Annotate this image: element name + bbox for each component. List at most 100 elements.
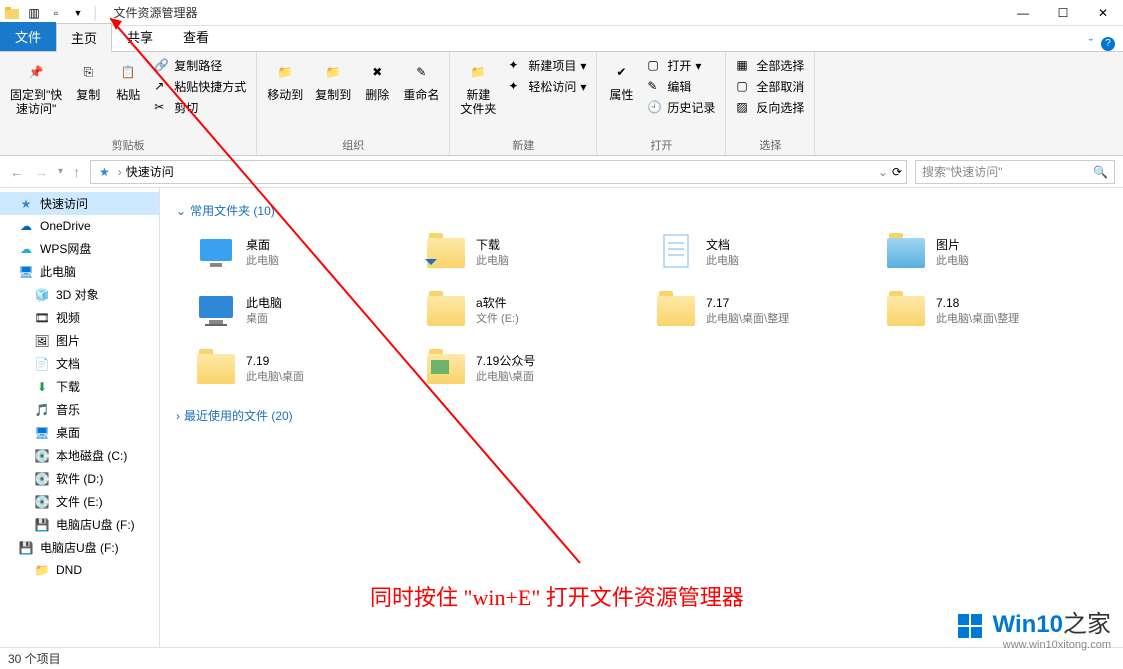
folder-item[interactable]: 7.18 此电脑\桌面\整理 [882,287,1092,335]
maximize-button[interactable]: ☐ [1043,0,1083,26]
sidebar-item-usb-f[interactable]: 💾电脑店U盘 (F:) [0,513,159,536]
nav-recent-dropdown[interactable]: ▾ [56,164,65,179]
item-name: 桌面 [246,238,279,254]
edit-icon: ✎ [647,79,663,95]
properties-icon: ✔ [607,58,635,86]
sidebar-item-downloads[interactable]: ⬇下载 [0,375,159,398]
close-button[interactable]: ✕ [1083,0,1123,26]
qat-newfolder-icon[interactable]: ▫ [48,5,64,21]
sidebar-item-3d-objects[interactable]: 🧊3D 对象 [0,283,159,306]
copy-icon: ⎘ [74,58,102,86]
copy-path-button[interactable]: 🔗复制路径 [150,56,250,75]
cut-button[interactable]: ✂剪切 [150,98,250,117]
help-icon[interactable]: ? [1101,37,1115,51]
refresh-button[interactable]: ⟳ [892,165,902,179]
sidebar-item-videos[interactable]: 🎞视频 [0,306,159,329]
tab-share[interactable]: 共享 [112,22,168,51]
new-item-button[interactable]: ✦新建项目 ▾ [504,56,590,75]
properties-button[interactable]: ✔属性 [603,56,639,104]
music-icon: 🎵 [34,402,50,418]
easy-access-button[interactable]: ✦轻松访问 ▾ [504,77,590,96]
item-name: 7.19公众号 [476,354,535,370]
cut-icon: ✂ [154,100,170,116]
qat-properties-icon[interactable]: ▥ [26,5,42,21]
minimize-button[interactable]: — [1003,0,1043,26]
rename-button[interactable]: ✎重命名 [399,56,443,104]
group-recent-files[interactable]: › 最近使用的文件 (20) [176,407,1107,424]
cloud-icon: ☁ [18,241,34,257]
sidebar-item-onedrive[interactable]: ☁OneDrive [0,215,159,237]
group-frequent-folders[interactable]: ⌄ 常用文件夹 (10) [176,202,1107,219]
move-to-button[interactable]: 📁移动到 [263,56,307,104]
history-button[interactable]: 🕘历史记录 [643,98,719,117]
folder-icon [194,289,238,333]
paste-button[interactable]: 📋 粘贴 [110,56,146,104]
open-icon: ▢ [647,58,663,74]
paste-shortcut-button[interactable]: ↗粘贴快捷方式 [150,77,250,96]
delete-button[interactable]: ✖删除 [359,56,395,104]
qat-dropdown-icon[interactable]: ▼ [70,5,86,21]
nav-back-button[interactable]: ← [8,162,26,182]
pin-to-quick-access-button[interactable]: 📌 固定到"快 速访问" [6,56,66,119]
sidebar-item-this-pc[interactable]: 🖥此电脑 [0,260,159,283]
sidebar-item-disk-e[interactable]: 💽文件 (E:) [0,490,159,513]
pc-icon: 🖥 [18,264,34,280]
sidebar-item-wps[interactable]: ☁WPS网盘 [0,237,159,260]
copy-button[interactable]: ⎘ 复制 [70,56,106,104]
select-none-button[interactable]: ▢全部取消 [732,77,808,96]
folder-icon [654,289,698,333]
disk-icon: 💽 [34,471,50,487]
edit-button[interactable]: ✎编辑 [643,77,719,96]
select-none-icon: ▢ [736,79,752,95]
sidebar-item-usb-f2[interactable]: 💾电脑店U盘 (F:) [0,536,159,559]
disk-icon: 💽 [34,448,50,464]
address-bar[interactable]: ★ › 快速访问 ⌄ ⟳ [90,160,907,184]
breadcrumb[interactable]: 快速访问 [126,163,174,180]
tab-view[interactable]: 查看 [168,22,224,51]
annotation-text: 同时按住 "win+E" 打开文件资源管理器 [370,580,744,612]
sidebar-item-disk-c[interactable]: 💽本地磁盘 (C:) [0,444,159,467]
tab-home[interactable]: 主页 [56,23,112,52]
folder-item[interactable]: a软件 文件 (E:) [422,287,632,335]
item-location: 此电脑\桌面 [476,370,535,384]
desktop-icon: 🖥 [34,425,50,441]
tab-file[interactable]: 文件 [0,22,56,51]
download-icon: ⬇ [34,379,50,395]
sidebar-item-dnd[interactable]: 📁DND [0,559,159,581]
item-name: 7.18 [936,296,1019,312]
folder-item[interactable]: 7.17 此电脑\桌面\整理 [652,287,862,335]
chevron-right-icon: › [114,165,126,179]
folder-item[interactable]: 此电脑 桌面 [192,287,402,335]
search-input[interactable]: 搜索"快速访问" 🔍 [915,160,1115,184]
copy-to-icon: 📁 [319,58,347,86]
sidebar-item-quick-access[interactable]: ★快速访问 [0,192,159,215]
item-location: 此电脑 [476,254,509,268]
nav-up-button[interactable]: ↑ [71,162,82,182]
nav-forward-button[interactable]: → [32,162,50,182]
folder-item[interactable]: 图片 此电脑 [882,229,1092,277]
folder-item[interactable]: 7.19 此电脑\桌面 [192,345,402,393]
item-name: 7.17 [706,296,789,312]
sidebar-item-pictures[interactable]: 🖼图片 [0,329,159,352]
copy-to-button[interactable]: 📁复制到 [311,56,355,104]
sidebar-item-disk-d[interactable]: 💽软件 (D:) [0,467,159,490]
select-all-button[interactable]: ▦全部选择 [732,56,808,75]
invert-selection-button[interactable]: ▨反向选择 [732,98,808,117]
item-name: a软件 [476,296,519,312]
quick-access-icon: ★ [99,165,110,179]
sidebar-item-documents[interactable]: 📄文档 [0,352,159,375]
folder-item[interactable]: 文档 此电脑 [652,229,862,277]
open-button[interactable]: ▢打开 ▾ [643,56,719,75]
folder-item[interactable]: 下载 此电脑 [422,229,632,277]
sidebar-item-music[interactable]: 🎵音乐 [0,398,159,421]
sidebar-item-desktop[interactable]: 🖥桌面 [0,421,159,444]
address-dropdown-icon[interactable]: ⌄ [874,165,892,179]
collapse-ribbon-icon[interactable]: ˇ [1089,36,1093,51]
folder-item[interactable]: 7.19公众号 此电脑\桌面 [422,345,632,393]
address-row: ← → ▾ ↑ ★ › 快速访问 ⌄ ⟳ 搜索"快速访问" 🔍 [0,156,1123,188]
easy-access-icon: ✦ [508,79,524,95]
folder-item[interactable]: 桌面 此电脑 [192,229,402,277]
item-name: 文档 [706,238,739,254]
folder-icon [194,347,238,391]
new-folder-button[interactable]: 📁新建 文件夹 [456,56,500,119]
